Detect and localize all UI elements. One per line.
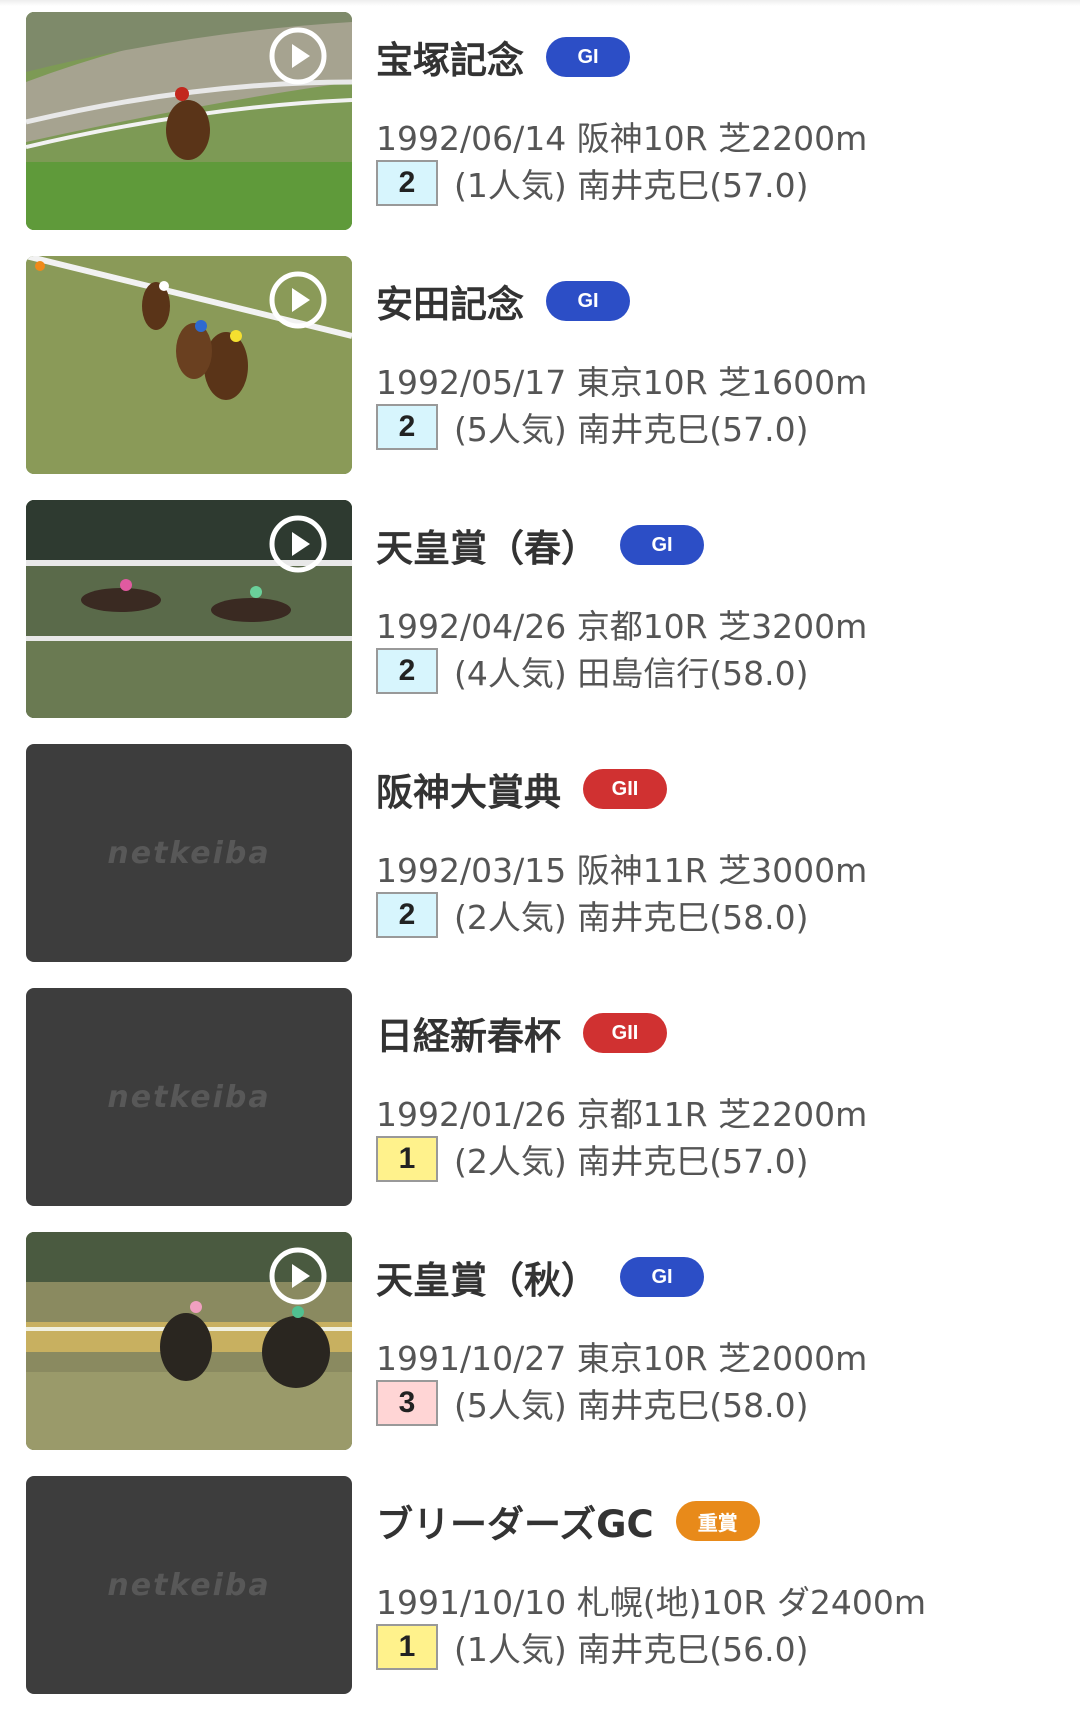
race-result: 1 (2人気) 南井克巳(57.0) [376,1134,808,1184]
grade-badge: GI [620,525,704,565]
race-video-thumbnail[interactable] [26,500,352,718]
race-row[interactable]: 天皇賞（秋） GI 1991/10/27 東京10R 芝2000m 3 (5人気… [0,1232,1080,1450]
race-info: 宝塚記念 GI 1992/06/14 阪神10R 芝2200m 2 (1人気) … [376,12,1066,230]
race-title-line: 天皇賞（秋） GI [376,1252,704,1302]
play-icon[interactable] [268,1246,328,1306]
race-title-line: ブリーダーズGC 重賞 [376,1496,760,1546]
race-meta: 1992/06/14 阪神10R 芝2200m [376,119,868,158]
finish-position-badge: 1 [376,1136,438,1182]
race-info: ブリーダーズGC 重賞 1991/10/10 札幌(地)10R ダ2400m 1… [376,1476,1066,1694]
race-result: 3 (5人気) 南井克巳(58.0) [376,1378,808,1428]
race-video-thumbnail[interactable] [26,12,352,230]
race-placeholder-thumbnail: netkeiba [26,744,352,962]
netkeiba-logo: netkeiba [107,1079,271,1115]
race-title[interactable]: 天皇賞（秋） [376,1250,598,1304]
race-title-line: 宝塚記念 GI [376,32,630,82]
top-divider [0,0,1080,6]
race-title-line: 日経新春杯 GII [376,1008,667,1058]
popularity-jockey-weight: (2人気) 南井克巳(57.0) [454,1142,809,1181]
race-placeholder-thumbnail: netkeiba [26,988,352,1206]
finish-position-badge: 1 [376,1624,438,1670]
race-row[interactable]: 宝塚記念 GI 1992/06/14 阪神10R 芝2200m 2 (1人気) … [0,12,1080,230]
race-meta: 1991/10/27 東京10R 芝2000m [376,1339,868,1378]
race-video-thumbnail[interactable] [26,256,352,474]
race-result-list: 宝塚記念 GI 1992/06/14 阪神10R 芝2200m 2 (1人気) … [0,12,1080,1720]
grade-badge: GI [620,1257,704,1297]
play-icon[interactable] [268,514,328,574]
finish-position-badge: 2 [376,892,438,938]
race-result: 2 (5人気) 南井克巳(57.0) [376,402,808,452]
race-result: 2 (2人気) 南井克巳(58.0) [376,890,808,940]
popularity-jockey-weight: (5人気) 南井克巳(58.0) [454,1386,809,1425]
race-result: 2 (1人気) 南井克巳(57.0) [376,158,808,208]
race-placeholder-thumbnail: netkeiba [26,1476,352,1694]
netkeiba-logo: netkeiba [107,835,271,871]
grade-badge: GII [583,769,667,809]
race-meta: 1992/03/15 阪神11R 芝3000m [376,851,868,890]
race-meta: 1992/04/26 京都10R 芝3200m [376,607,868,646]
race-info: 天皇賞（春） GI 1992/04/26 京都10R 芝3200m 2 (4人気… [376,500,1066,718]
race-result: 2 (4人気) 田島信行(58.0) [376,646,808,696]
popularity-jockey-weight: (5人気) 南井克巳(57.0) [454,410,809,449]
popularity-jockey-weight: (2人気) 南井克巳(58.0) [454,898,809,937]
popularity-jockey-weight: (4人気) 田島信行(58.0) [454,654,809,693]
finish-position-badge: 2 [376,648,438,694]
race-title[interactable]: 安田記念 [376,274,524,328]
race-meta: 1992/01/26 京都11R 芝2200m [376,1095,868,1134]
grade-badge: 重賞 [675,1501,760,1541]
race-row[interactable]: netkeiba 日経新春杯 GII 1992/01/26 京都11R 芝220… [0,988,1080,1206]
race-title[interactable]: 日経新春杯 [376,1006,561,1060]
race-info: 天皇賞（秋） GI 1991/10/27 東京10R 芝2000m 3 (5人気… [376,1232,1066,1450]
race-title[interactable]: 阪神大賞典 [376,762,561,816]
race-info: 安田記念 GI 1992/05/17 東京10R 芝1600m 2 (5人気) … [376,256,1066,474]
finish-position-badge: 2 [376,404,438,450]
race-row[interactable]: netkeiba 阪神大賞典 GII 1992/03/15 阪神11R 芝300… [0,744,1080,962]
race-row[interactable]: 安田記念 GI 1992/05/17 東京10R 芝1600m 2 (5人気) … [0,256,1080,474]
finish-position-badge: 3 [376,1380,438,1426]
race-meta: 1992/05/17 東京10R 芝1600m [376,363,868,402]
race-result: 1 (1人気) 南井克巳(56.0) [376,1622,808,1672]
netkeiba-logo: netkeiba [107,1567,271,1603]
race-row[interactable]: 天皇賞（春） GI 1992/04/26 京都10R 芝3200m 2 (4人気… [0,500,1080,718]
play-icon[interactable] [268,26,328,86]
race-meta: 1991/10/10 札幌(地)10R ダ2400m [376,1583,926,1622]
play-icon[interactable] [268,270,328,330]
race-info: 日経新春杯 GII 1992/01/26 京都11R 芝2200m 1 (2人気… [376,988,1066,1206]
race-info: 阪神大賞典 GII 1992/03/15 阪神11R 芝3000m 2 (2人気… [376,744,1066,962]
finish-position-badge: 2 [376,160,438,206]
race-video-thumbnail[interactable] [26,1232,352,1450]
race-title[interactable]: ブリーダーズGC [376,1494,654,1548]
popularity-jockey-weight: (1人気) 南井克巳(57.0) [454,166,809,205]
race-title-line: 安田記念 GI [376,276,630,326]
race-row[interactable]: netkeiba ブリーダーズGC 重賞 1991/10/10 札幌(地)10R… [0,1476,1080,1694]
grade-badge: GI [546,37,630,77]
grade-badge: GII [583,1013,667,1053]
popularity-jockey-weight: (1人気) 南井克巳(56.0) [454,1630,809,1669]
race-title-line: 天皇賞（春） GI [376,520,704,570]
race-title-line: 阪神大賞典 GII [376,764,667,814]
grade-badge: GI [546,281,630,321]
race-title[interactable]: 宝塚記念 [376,30,524,84]
race-title[interactable]: 天皇賞（春） [376,518,598,572]
